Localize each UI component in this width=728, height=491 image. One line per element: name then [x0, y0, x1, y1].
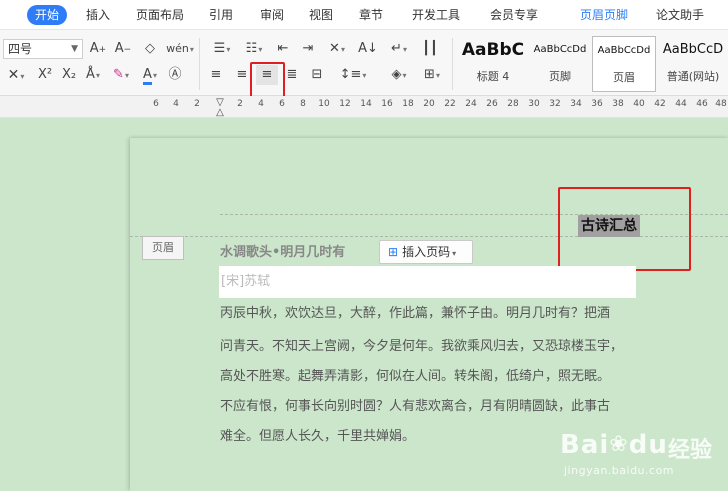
- bullet-list-icon[interactable]: ☰▾: [208, 39, 236, 59]
- tab-references[interactable]: 引用: [209, 5, 233, 25]
- tab-developer[interactable]: 开发工具: [412, 5, 460, 25]
- poem-title: 水调歌头•明月几时有: [220, 245, 346, 260]
- highlight-box-header-text: [558, 187, 691, 271]
- sort-icon[interactable]: A↓: [358, 39, 378, 59]
- increase-indent-icon[interactable]: ⇥: [298, 39, 318, 59]
- superscript-icon[interactable]: X²: [34, 65, 56, 85]
- baidu-watermark: Bai❀du 经验 jingyan.baidu.com: [560, 424, 728, 491]
- watermark-brand: Bai❀du: [560, 430, 668, 460]
- chevron-down-icon: ▾: [452, 249, 457, 258]
- style-footer[interactable]: AaBbCcDd 页脚: [528, 36, 592, 92]
- style-normal-web[interactable]: AaBbCcD 普通(网站): [658, 36, 728, 92]
- style-gallery: AaBbC 标题 4 AaBbCcDd 页脚 AaBbCcDd 页眉 AaBbC…: [458, 36, 728, 92]
- shrink-font-icon[interactable]: A−: [113, 39, 133, 59]
- tab-stop-icon[interactable]: ┃┃: [420, 39, 440, 59]
- subscript-icon[interactable]: X₂: [58, 65, 80, 85]
- shading-icon[interactable]: ◈▾: [385, 65, 413, 85]
- tab-page-layout[interactable]: 页面布局: [136, 5, 184, 25]
- tab-insert[interactable]: 插入: [86, 5, 110, 25]
- char-border-icon[interactable]: Ⓐ: [165, 65, 185, 85]
- paw-icon: ❀: [609, 432, 629, 457]
- ribbon-tab-bar: 开始 插入 页面布局 引用 审阅 视图 章节 开发工具 会员专享 页眉页脚 论文…: [0, 0, 728, 30]
- justify-icon[interactable]: ≣: [282, 65, 302, 85]
- strikethrough-icon[interactable]: ✕▾: [4, 65, 28, 85]
- grow-font-icon[interactable]: A+: [88, 39, 108, 59]
- poem-line: 问青天。不知天上宫阙，今夕是何年。我欲乘风归去，又恐琼楼玉宇，: [220, 339, 624, 354]
- watermark-cn: 经验: [668, 438, 713, 463]
- distributed-align-icon[interactable]: ⊟: [307, 65, 327, 85]
- tab-home[interactable]: 开始: [27, 5, 68, 25]
- highlight-icon[interactable]: ✎▾: [108, 65, 134, 85]
- numbered-list-icon[interactable]: ☷▾: [240, 39, 268, 59]
- page-number-icon: ⊞: [388, 245, 399, 259]
- show-marks-icon[interactable]: ↵▾: [385, 39, 413, 59]
- tab-chapter[interactable]: 章节: [359, 5, 383, 25]
- tab-paper-assistant[interactable]: 论文助手: [656, 5, 704, 25]
- chinese-layout-icon[interactable]: ✕▾: [323, 39, 351, 59]
- font-size-select[interactable]: 四号 ▼: [3, 39, 83, 59]
- line-spacing-icon[interactable]: ↕≡▾: [338, 65, 368, 85]
- decrease-indent-icon[interactable]: ⇤: [273, 39, 293, 59]
- tab-review[interactable]: 审阅: [260, 5, 284, 25]
- indent-marker-icon[interactable]: ▽ △: [214, 98, 226, 118]
- poem-line: 高处不胜寒。起舞弄清影，何似在人间。转朱阁，低绮户，照无眠。: [220, 369, 611, 384]
- style-header[interactable]: AaBbCcDd 页眉: [592, 36, 656, 92]
- insert-page-number-button[interactable]: ⊞ 插入页码 ▾: [379, 240, 473, 264]
- clear-format-icon[interactable]: ◇: [140, 39, 160, 59]
- toolbar-separator: [452, 38, 453, 90]
- author-line: [宋]苏轼: [219, 266, 636, 298]
- poem-line: 不应有恨，何事长向别时圆？人有悲欢离合，月有阴晴圆缺，此事古: [220, 399, 611, 414]
- pinyin-guide-icon[interactable]: wén▾: [165, 39, 195, 59]
- text-effect-icon[interactable]: Å▾: [82, 65, 104, 85]
- header-label-tag: 页眉: [142, 236, 184, 260]
- align-left-icon[interactable]: ≡: [206, 65, 226, 85]
- tab-member[interactable]: 会员专享: [490, 5, 538, 25]
- align-center-icon[interactable]: ≡: [232, 65, 252, 85]
- chevron-down-icon: ▼: [71, 44, 78, 54]
- watermark-url: jingyan.baidu.com: [564, 464, 675, 477]
- tab-header-footer[interactable]: 页眉页脚: [580, 5, 628, 25]
- style-heading4[interactable]: AaBbC 标题 4: [458, 36, 528, 92]
- horizontal-ruler[interactable]: 6 4 2 2 4 6 8 10 12 14 16 18 20 22 24 26…: [0, 96, 728, 118]
- toolbar-separator: [199, 38, 200, 90]
- poem-line: 丙辰中秋，欢饮达旦，大醉，作此篇，兼怀子由。明月几时有？把酒: [220, 306, 611, 321]
- tab-view[interactable]: 视图: [309, 5, 333, 25]
- font-color-icon[interactable]: A▾: [138, 65, 162, 85]
- borders-icon[interactable]: ⊞▾: [418, 65, 446, 85]
